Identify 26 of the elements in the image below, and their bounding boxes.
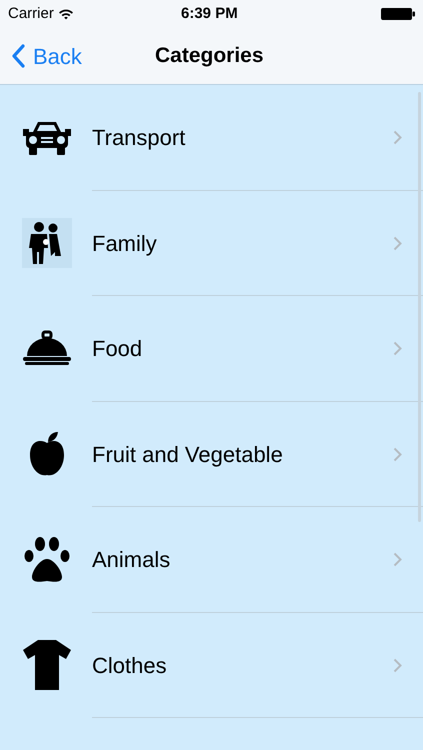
clock-time: 6:39 PM — [181, 4, 238, 24]
chevron-right-icon — [393, 446, 402, 462]
chevron-right-icon — [393, 552, 402, 568]
category-label: Food — [92, 335, 144, 364]
wifi-icon — [58, 8, 74, 20]
chevron-right-icon — [393, 236, 402, 251]
battery-icon — [381, 7, 415, 21]
chevron-right-icon — [393, 130, 402, 146]
chevron-right-icon — [393, 341, 402, 356]
category-row[interactable]: Food — [0, 296, 423, 402]
category-row[interactable]: Clothes — [0, 612, 423, 718]
category-label: Family — [92, 230, 158, 258]
category-label: Transport — [92, 124, 186, 152]
chevron-right-icon — [393, 658, 402, 673]
category-label: Clothes — [92, 652, 168, 680]
category-row[interactable]: Fruit and Vegetable — [0, 402, 423, 507]
chevron-left-icon — [12, 44, 25, 68]
carrier-label: Carrier — [8, 4, 54, 24]
back-button[interactable]: Back — [0, 28, 82, 84]
family-icon — [22, 218, 72, 268]
screen-title: Categories — [155, 43, 264, 70]
t-shirt-icon — [21, 639, 73, 692]
category-label: Fruit and Vegetable — [92, 440, 284, 469]
category-label: Animals — [92, 546, 172, 574]
category-row[interactable]: Animals — [0, 507, 423, 612]
category-row[interactable]: Family — [0, 190, 423, 296]
